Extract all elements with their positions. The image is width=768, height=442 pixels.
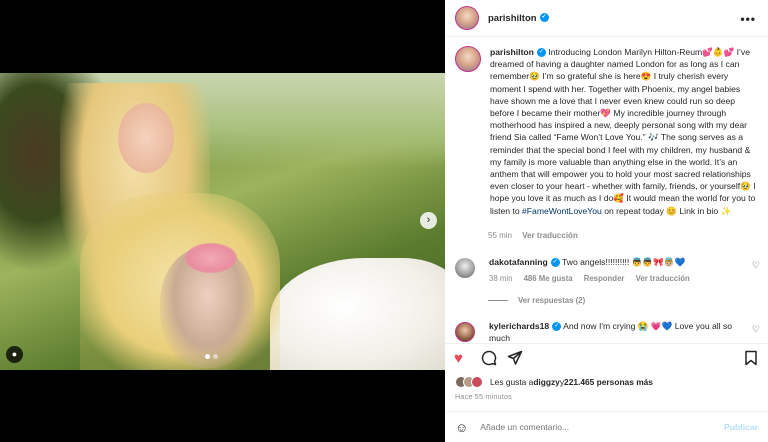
comment-text: Two angels!!!!!!!!!! 👼👼🎀👼🏼💙 [561, 257, 686, 267]
photo-blanket [270, 258, 445, 370]
comment-translate-link[interactable]: Ver traducción [636, 274, 690, 283]
action-bar: ♥ [445, 343, 768, 373]
avatar[interactable] [455, 258, 475, 278]
carousel-dot-active [205, 354, 210, 359]
emoji-icon[interactable]: ☺ [455, 420, 468, 435]
comment-input[interactable] [480, 422, 725, 432]
comment-item: dakotafanning ✓ Two angels!!!!!!!!!! 👼👼🎀👼… [455, 256, 760, 285]
caption-body: parishilton ✓ Introducing London Marilyn … [490, 46, 758, 217]
liker-avatars[interactable] [455, 376, 483, 388]
comment-heart-icon[interactable]: ♡ [752, 324, 760, 335]
avatar[interactable] [455, 6, 479, 30]
carousel-indicator [205, 354, 218, 359]
caption-avatar[interactable] [455, 46, 481, 72]
comment-body: dakotafanning ✓ Two angels!!!!!!!!!! 👼👼🎀👼… [489, 256, 739, 285]
post-side-panel: parishilton ✓ ••• parishilton ✓ Introducin… [445, 0, 768, 442]
post-caption: parishilton ✓ Introducing London Marilyn … [455, 46, 760, 217]
more-options-icon[interactable]: ••• [740, 12, 756, 26]
verified-badge-icon: ✓ [550, 258, 560, 268]
bookmark-icon[interactable] [744, 350, 758, 370]
header-username[interactable]: parishilton ✓ [488, 13, 549, 24]
comment-meta: 38 min 486 Me gusta Responder Ver traduc… [489, 273, 739, 285]
comment-username[interactable]: kylerichards18 [489, 321, 549, 331]
caption-end: on repeat today 😊 Link in bio ✨ [601, 205, 732, 216]
post-header: parishilton ✓ ••• [445, 0, 768, 37]
avatar [471, 376, 483, 388]
comments-scroll-area[interactable]: parishilton ✓ Introducing London Marilyn … [445, 38, 768, 343]
caption-translate-link[interactable]: Ver traducción [522, 231, 578, 240]
caption-time[interactable]: 55 min [488, 231, 512, 240]
comment-item: kylerichards18 ✓ And now I'm crying 😭 💗💙 … [455, 320, 760, 343]
comment-heart-icon[interactable]: ♡ [752, 260, 760, 271]
caption-text: Introducing London Marilyn Hilton-Reum💕👶… [490, 47, 756, 216]
comment-username[interactable]: dakotafanning [489, 257, 548, 267]
comment-icon[interactable] [481, 350, 497, 370]
chevron-right-icon[interactable]: › [420, 212, 437, 229]
caption-meta: 55 min Ver traducción [488, 231, 578, 240]
verified-badge-icon: ✓ [552, 322, 562, 332]
add-comment-bar: ☺ Publicar [445, 411, 768, 442]
comment-likes[interactable]: 486 Me gusta [524, 274, 573, 283]
carousel-dot [213, 354, 218, 359]
likes-count[interactable]: 221.465 personas más [564, 377, 653, 387]
avatar[interactable] [455, 322, 475, 342]
comment-time[interactable]: 38 min [489, 274, 512, 283]
user-tag-icon[interactable]: ● [6, 346, 23, 363]
share-icon[interactable] [507, 350, 523, 370]
verified-badge-icon: ✓ [539, 13, 549, 23]
caption-username[interactable]: parishilton [490, 47, 534, 57]
photo-face [118, 103, 174, 173]
likes-prefix: Les gusta a [490, 377, 534, 387]
caption-hashtag[interactable]: #FameWontLoveYou [522, 206, 602, 216]
view-replies-button[interactable]: Ver respuestas (2) [488, 296, 585, 305]
post-timestamp[interactable]: Hace 55 minutos [455, 392, 512, 401]
photo-bow [185, 243, 237, 273]
publish-button[interactable]: Publicar [724, 422, 758, 432]
likes-summary: Les gusta a diggzy y 221.465 personas má… [455, 376, 653, 388]
view-replies-label: Ver respuestas (2) [518, 296, 586, 305]
replies-divider [488, 300, 508, 301]
reply-button[interactable]: Responder [584, 274, 625, 283]
post-media-area: › ● [0, 0, 445, 442]
heart-filled-icon[interactable]: ♥ [454, 350, 463, 367]
comment-body: kylerichards18 ✓ And now I'm crying 😭 💗💙 … [489, 320, 739, 343]
liker-username[interactable]: diggzy [533, 377, 560, 387]
post-photo[interactable] [0, 73, 445, 370]
verified-badge-icon: ✓ [536, 48, 546, 58]
